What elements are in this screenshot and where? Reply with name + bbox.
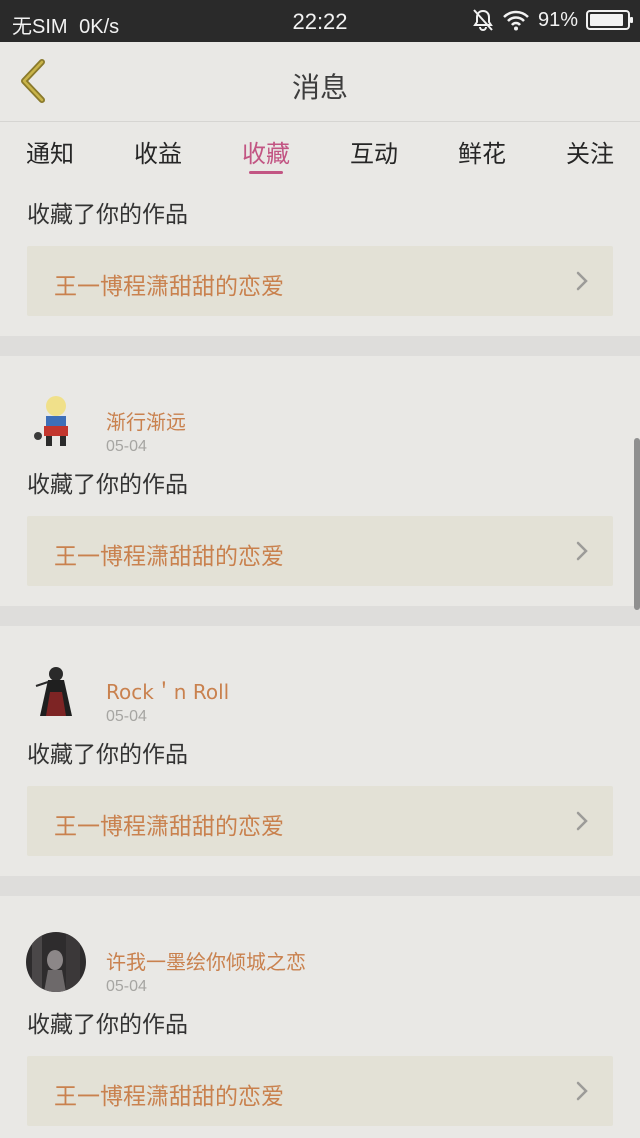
card-header: Rock＇n Roll 05-04 xyxy=(0,626,640,725)
card-spacer xyxy=(0,316,640,336)
message-feed[interactable]: 收藏了你的作品 王一博程潇甜甜的恋爱 渐行渐远 05-04 收藏了你的作品 王一… xyxy=(0,182,640,1138)
message-card: 渐行渐远 05-04 收藏了你的作品 王一博程潇甜甜的恋爱 xyxy=(0,356,640,606)
avatar[interactable] xyxy=(26,932,86,992)
status-right: 91% xyxy=(472,8,633,32)
chevron-right-icon xyxy=(576,1081,588,1101)
avatar-image xyxy=(26,392,86,452)
action-text: 收藏了你的作品 xyxy=(27,202,188,228)
tab-notice[interactable]: 通知 xyxy=(26,122,74,182)
card-header: 渐行渐远 05-04 xyxy=(0,356,640,455)
card-divider xyxy=(0,876,640,896)
tab-label: 关注 xyxy=(566,140,614,168)
nav-bar: 消息 xyxy=(0,42,640,122)
tab-label: 收益 xyxy=(134,140,182,168)
work-title: 王一博程潇甜甜的恋爱 xyxy=(54,814,284,840)
message-date: 05-04 xyxy=(106,438,147,455)
message-card: 许我一墨绘你倾城之恋 05-04 收藏了你的作品 王一博程潇甜甜的恋爱 xyxy=(0,896,640,1138)
username[interactable]: 渐行渐远 xyxy=(106,406,186,435)
chevron-right-icon xyxy=(576,541,588,561)
work-link[interactable]: 王一博程潇甜甜的恋爱 xyxy=(27,786,613,856)
message-date: 05-04 xyxy=(106,708,147,725)
card-divider xyxy=(0,336,640,356)
username[interactable]: Rock＇n Roll xyxy=(106,676,229,705)
avatar-image xyxy=(26,662,86,722)
action-text: 收藏了你的作品 xyxy=(27,472,188,498)
tab-label: 通知 xyxy=(26,140,74,168)
work-title: 王一博程潇甜甜的恋爱 xyxy=(54,1084,284,1110)
tab-following[interactable]: 关注 xyxy=(566,122,614,182)
message-date: 05-04 xyxy=(106,978,147,995)
message-card: Rock＇n Roll 05-04 收藏了你的作品 王一博程潇甜甜的恋爱 xyxy=(0,626,640,876)
work-link[interactable]: 王一博程潇甜甜的恋爱 xyxy=(27,1056,613,1126)
card-divider xyxy=(0,606,640,626)
username[interactable]: 许我一墨绘你倾城之恋 xyxy=(106,946,306,975)
card-spacer xyxy=(0,586,640,606)
battery-fill xyxy=(590,14,623,26)
tab-flowers[interactable]: 鲜花 xyxy=(458,122,506,182)
card-spacer xyxy=(0,1126,640,1138)
battery-icon xyxy=(586,10,633,30)
work-link[interactable]: 王一博程潇甜甜的恋爱 xyxy=(27,516,613,586)
avatar-image xyxy=(26,932,86,992)
avatar[interactable] xyxy=(26,662,86,722)
work-title: 王一博程潇甜甜的恋爱 xyxy=(54,274,284,300)
avatar[interactable] xyxy=(26,392,86,452)
scrollbar[interactable] xyxy=(634,438,640,610)
tab-label: 鲜花 xyxy=(458,140,506,168)
battery-percent: 91% xyxy=(537,8,578,31)
work-link[interactable]: 王一博程潇甜甜的恋爱 xyxy=(27,246,613,316)
tab-bar: 通知 收益 收藏 互动 鲜花 关注 xyxy=(0,122,640,182)
action-text: 收藏了你的作品 xyxy=(27,742,188,768)
chevron-right-icon xyxy=(576,811,588,831)
card-spacer xyxy=(0,856,640,876)
tab-label: 收藏 xyxy=(242,140,290,168)
status-bar: 无SIM 0K/s 22:22 91% xyxy=(0,0,640,42)
action-text: 收藏了你的作品 xyxy=(27,1012,188,1038)
card-header: 许我一墨绘你倾城之恋 05-04 xyxy=(0,896,640,995)
tab-interaction[interactable]: 互动 xyxy=(350,122,398,182)
message-card: 收藏了你的作品 王一博程潇甜甜的恋爱 xyxy=(0,182,640,336)
work-title: 王一博程潇甜甜的恋爱 xyxy=(54,544,284,570)
bell-off-icon xyxy=(473,9,493,31)
tab-favorites[interactable]: 收藏 xyxy=(242,122,290,182)
tab-earnings[interactable]: 收益 xyxy=(134,122,182,182)
wifi-icon xyxy=(503,10,529,31)
page-title: 消息 xyxy=(291,71,348,104)
chevron-right-icon xyxy=(576,271,588,291)
tab-active-indicator xyxy=(249,171,283,174)
tab-label: 互动 xyxy=(350,140,398,168)
